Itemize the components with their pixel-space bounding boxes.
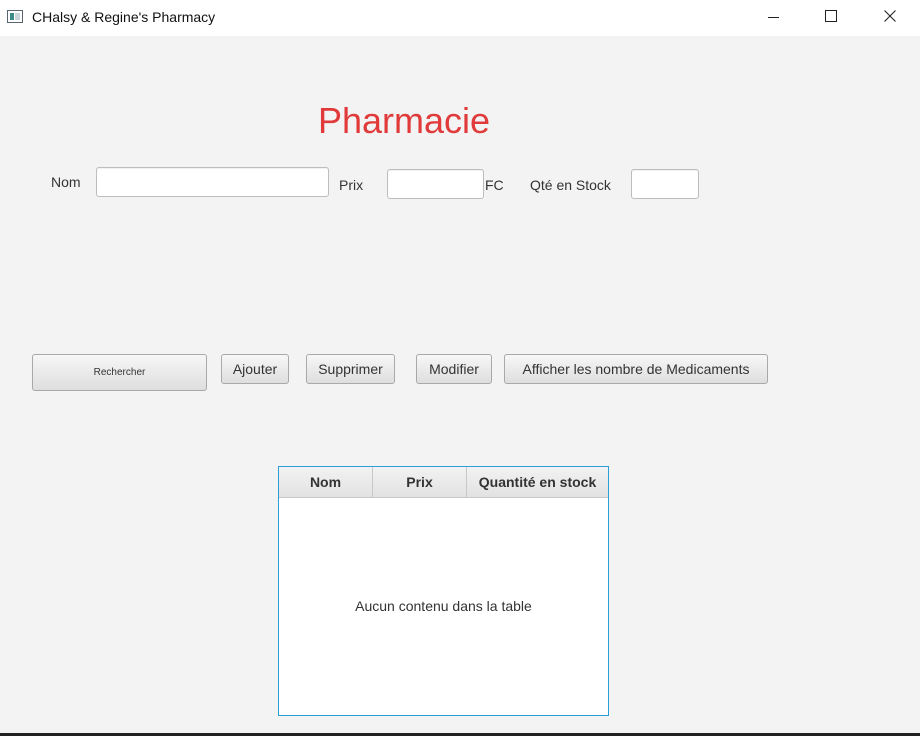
count-medicaments-button[interactable]: Afficher les nombre de Medicaments [504, 354, 768, 384]
prix-label: Prix [339, 177, 364, 193]
app-window-icon [7, 10, 23, 23]
qte-label: Qté en Stock [530, 177, 611, 193]
close-icon [884, 10, 896, 22]
maximize-icon [825, 10, 837, 22]
currency-label: FC [485, 177, 504, 193]
add-button[interactable]: Ajouter [221, 354, 289, 384]
prix-input[interactable] [387, 169, 484, 199]
table-empty-message: Aucun contenu dans la table [355, 598, 532, 614]
page-title: Pharmacie [318, 100, 491, 141]
column-header-quantite[interactable]: Quantité en stock [467, 467, 608, 497]
delete-button[interactable]: Supprimer [306, 354, 395, 384]
window-title: CHalsy & Regine's Pharmacy [32, 9, 216, 25]
table-header: Nom Prix Quantité en stock [279, 467, 608, 498]
column-header-nom[interactable]: Nom [279, 467, 373, 497]
search-button[interactable]: Rechercher [32, 354, 207, 391]
minimize-icon [767, 16, 779, 18]
nom-label: Nom [51, 174, 81, 190]
nom-input[interactable] [96, 167, 329, 197]
close-button[interactable] [867, 0, 913, 32]
qte-input[interactable] [631, 169, 699, 199]
maximize-button[interactable] [808, 0, 854, 32]
medicaments-table[interactable]: Nom Prix Quantité en stock Aucun contenu… [278, 466, 609, 716]
edit-button[interactable]: Modifier [416, 354, 492, 384]
column-header-prix[interactable]: Prix [373, 467, 467, 497]
minimize-button[interactable] [750, 0, 796, 32]
title-bar: CHalsy & Regine's Pharmacy [0, 0, 920, 36]
